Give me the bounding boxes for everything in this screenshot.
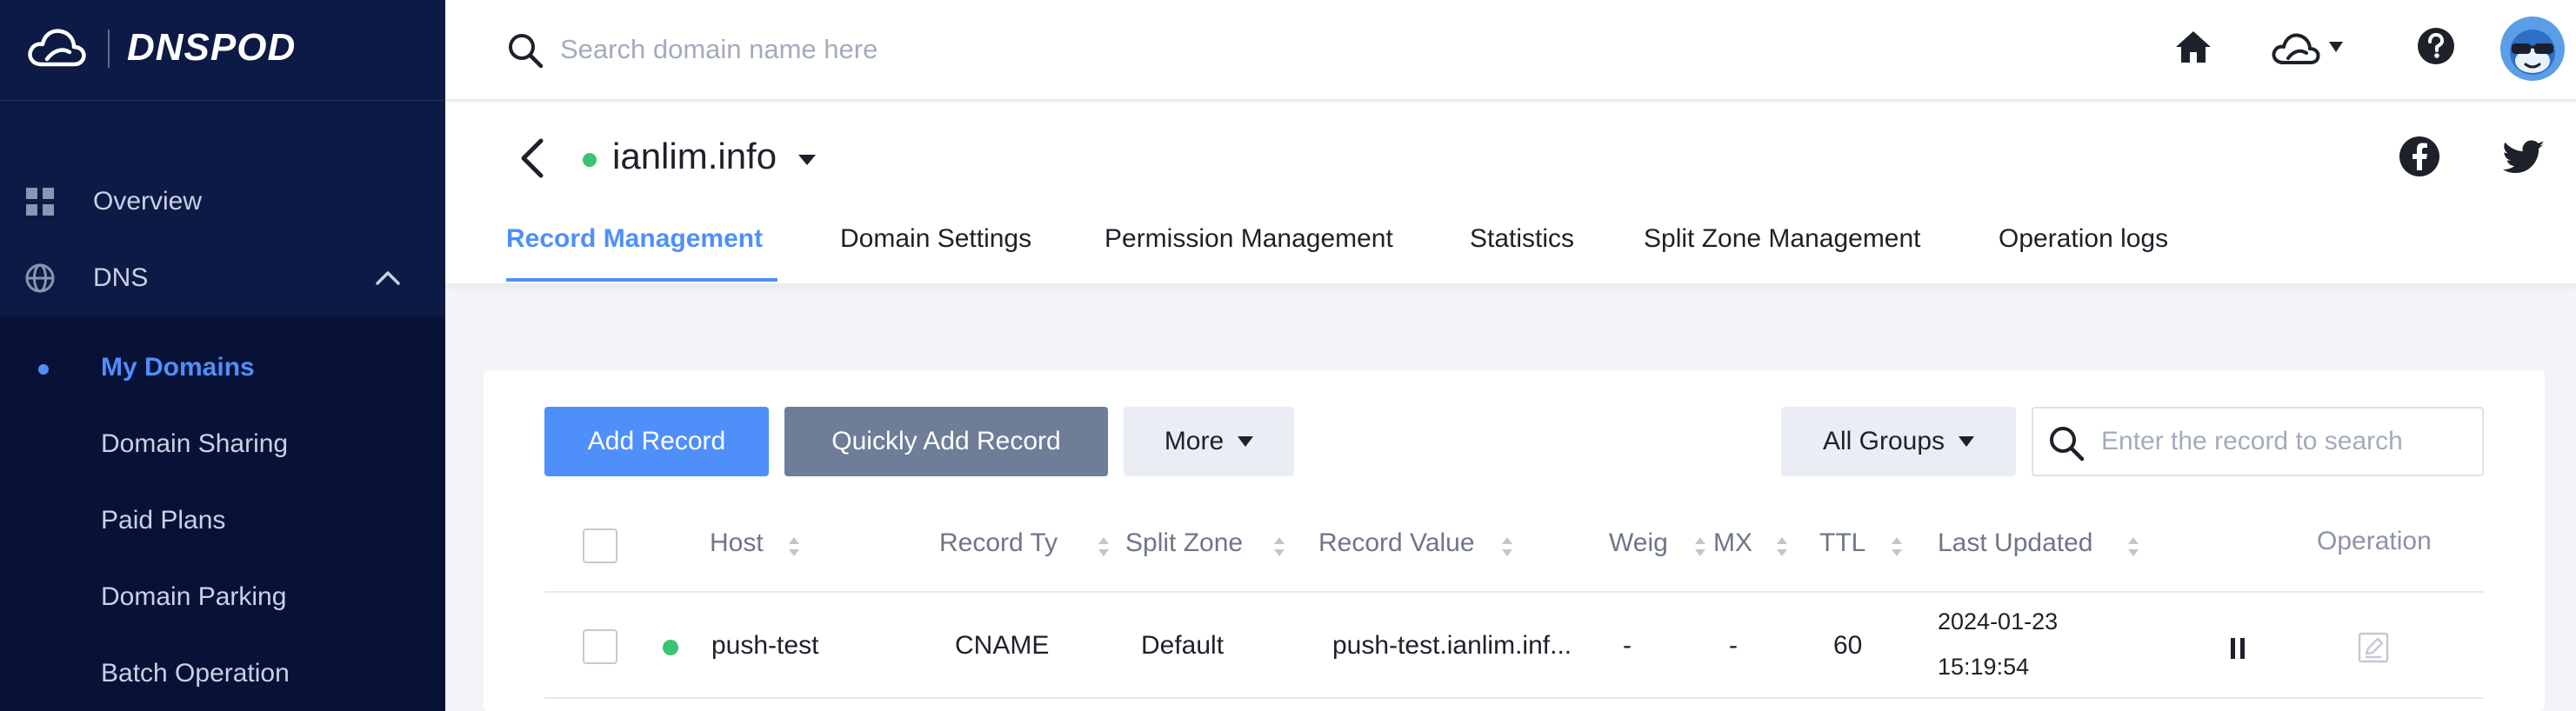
sort-icon[interactable] — [1501, 535, 1513, 558]
column-header-host[interactable]: Host — [710, 528, 764, 558]
top-header — [445, 0, 2576, 101]
record-weight: - — [1623, 631, 1632, 660]
sort-icon[interactable] — [1273, 535, 1285, 558]
active-indicator — [38, 364, 49, 375]
record-updated-date: 2024-01-23 — [1938, 608, 2059, 635]
home-icon[interactable] — [2172, 26, 2214, 68]
tab-split-zone-management[interactable]: Split Zone Management — [1644, 224, 1921, 254]
tab-statistics[interactable]: Statistics — [1470, 224, 1574, 254]
column-header-ttl[interactable]: TTL — [1819, 528, 1865, 558]
tab-operation-logs[interactable]: Operation logs — [1999, 224, 2168, 254]
column-header-operation: Operation — [2317, 527, 2432, 555]
more-label: More — [1164, 427, 1225, 455]
add-record-button[interactable]: Add Record — [544, 407, 769, 476]
add-record-label: Add Record — [587, 427, 726, 455]
tab-record-management[interactable]: Record Management — [506, 224, 763, 254]
sidebar-item-domain-sharing[interactable]: Domain Sharing — [101, 429, 288, 459]
record-status-dot — [663, 640, 678, 655]
record-ttl: 60 — [1833, 631, 1863, 660]
column-header-last-updated[interactable]: Last Updated — [1938, 528, 2092, 558]
facebook-icon[interactable] — [2399, 136, 2440, 177]
sidebar-item-my-domains[interactable]: My Domains — [101, 353, 255, 382]
record-value: push-test.ianlim.inf... — [1332, 631, 1572, 660]
domain-status-dot — [583, 153, 597, 167]
tab-permission-management[interactable]: Permission Management — [1104, 224, 1393, 254]
record-type: CNAME — [955, 631, 1050, 660]
brand-bar: DNSPOD — [0, 0, 445, 101]
domain-bar: ianlim.info Record Management Domain Set… — [445, 103, 2576, 283]
sidebar: DNSPOD Overview DNS My Domains Domain Sh… — [0, 0, 445, 711]
sort-icon[interactable] — [1891, 535, 1903, 558]
column-header-weight[interactable]: Weig — [1609, 528, 1668, 558]
row-checkbox[interactable] — [583, 629, 617, 664]
record-search-box — [2032, 407, 2484, 476]
cloud-logo-icon — [28, 29, 86, 67]
globe-icon — [25, 263, 55, 293]
records-card: Add Record Quickly Add Record More All G… — [484, 370, 2545, 711]
caret-down-icon — [1959, 436, 1975, 447]
column-header-record-type[interactable]: Record Ty — [939, 528, 1058, 558]
sidebar-item-batch-operation[interactable]: Batch Operation — [101, 659, 290, 688]
sidebar-item-label: Overview — [93, 187, 203, 216]
sidebar-item-overview[interactable]: Overview — [0, 163, 445, 240]
chevron-down-icon[interactable] — [2327, 40, 2345, 54]
sidebar-item-domain-parking[interactable]: Domain Parking — [101, 582, 286, 612]
column-header-split-zone[interactable]: Split Zone — [1125, 528, 1243, 558]
tab-domain-settings[interactable]: Domain Settings — [840, 224, 1031, 254]
select-all-checkbox[interactable] — [583, 528, 617, 563]
help-icon[interactable] — [2416, 26, 2456, 66]
sidebar-item-paid-plans[interactable]: Paid Plans — [101, 506, 225, 535]
cloud-icon[interactable] — [2270, 26, 2322, 70]
sidebar-item-dns[interactable]: DNS — [0, 240, 445, 316]
search-icon[interactable] — [2047, 424, 2085, 462]
sort-icon[interactable] — [788, 535, 800, 558]
domain-search-input[interactable] — [560, 28, 1169, 71]
chevron-down-icon[interactable] — [797, 151, 818, 169]
record-mx: - — [1729, 631, 1738, 660]
sort-icon[interactable] — [1694, 535, 1706, 558]
quick-add-record-button[interactable]: Quickly Add Record — [784, 407, 1108, 476]
table-header-divider — [544, 591, 2484, 593]
sort-icon[interactable] — [2127, 535, 2139, 558]
caret-down-icon — [1238, 436, 1254, 447]
record-host: push-test — [711, 631, 819, 660]
record-updated-time: 15:19:54 — [1938, 654, 2030, 680]
twitter-icon[interactable] — [2503, 139, 2546, 176]
record-split-zone: Default — [1141, 631, 1225, 660]
avatar[interactable] — [2499, 16, 2566, 82]
logo-separator — [108, 30, 110, 68]
column-header-mx[interactable]: MX — [1713, 528, 1752, 558]
brand-name[interactable]: DNSPOD — [127, 26, 296, 70]
edit-icon[interactable] — [2357, 631, 2390, 664]
groups-label: All Groups — [1822, 427, 1945, 455]
sidebar-item-label: DNS — [93, 263, 149, 292]
dns-submenu: My Domains Domain Sharing Paid Plans Dom… — [0, 316, 445, 711]
record-search-input[interactable] — [2101, 421, 2466, 462]
active-tab-indicator — [506, 278, 777, 282]
row-divider — [544, 697, 2484, 699]
back-icon[interactable] — [517, 134, 548, 183]
quick-add-label: Quickly Add Record — [831, 427, 1061, 455]
chevron-up-icon[interactable] — [372, 264, 404, 290]
sort-icon[interactable] — [1098, 535, 1110, 558]
groups-dropdown[interactable]: All Groups — [1781, 407, 2016, 476]
more-dropdown[interactable]: More — [1124, 407, 1294, 476]
overview-icon — [26, 188, 54, 216]
search-icon[interactable] — [506, 31, 544, 70]
pause-icon[interactable] — [2228, 636, 2247, 661]
domain-name[interactable]: ianlim.info — [612, 136, 777, 177]
column-header-record-value[interactable]: Record Value — [1318, 528, 1475, 558]
sort-icon[interactable] — [1776, 535, 1788, 558]
